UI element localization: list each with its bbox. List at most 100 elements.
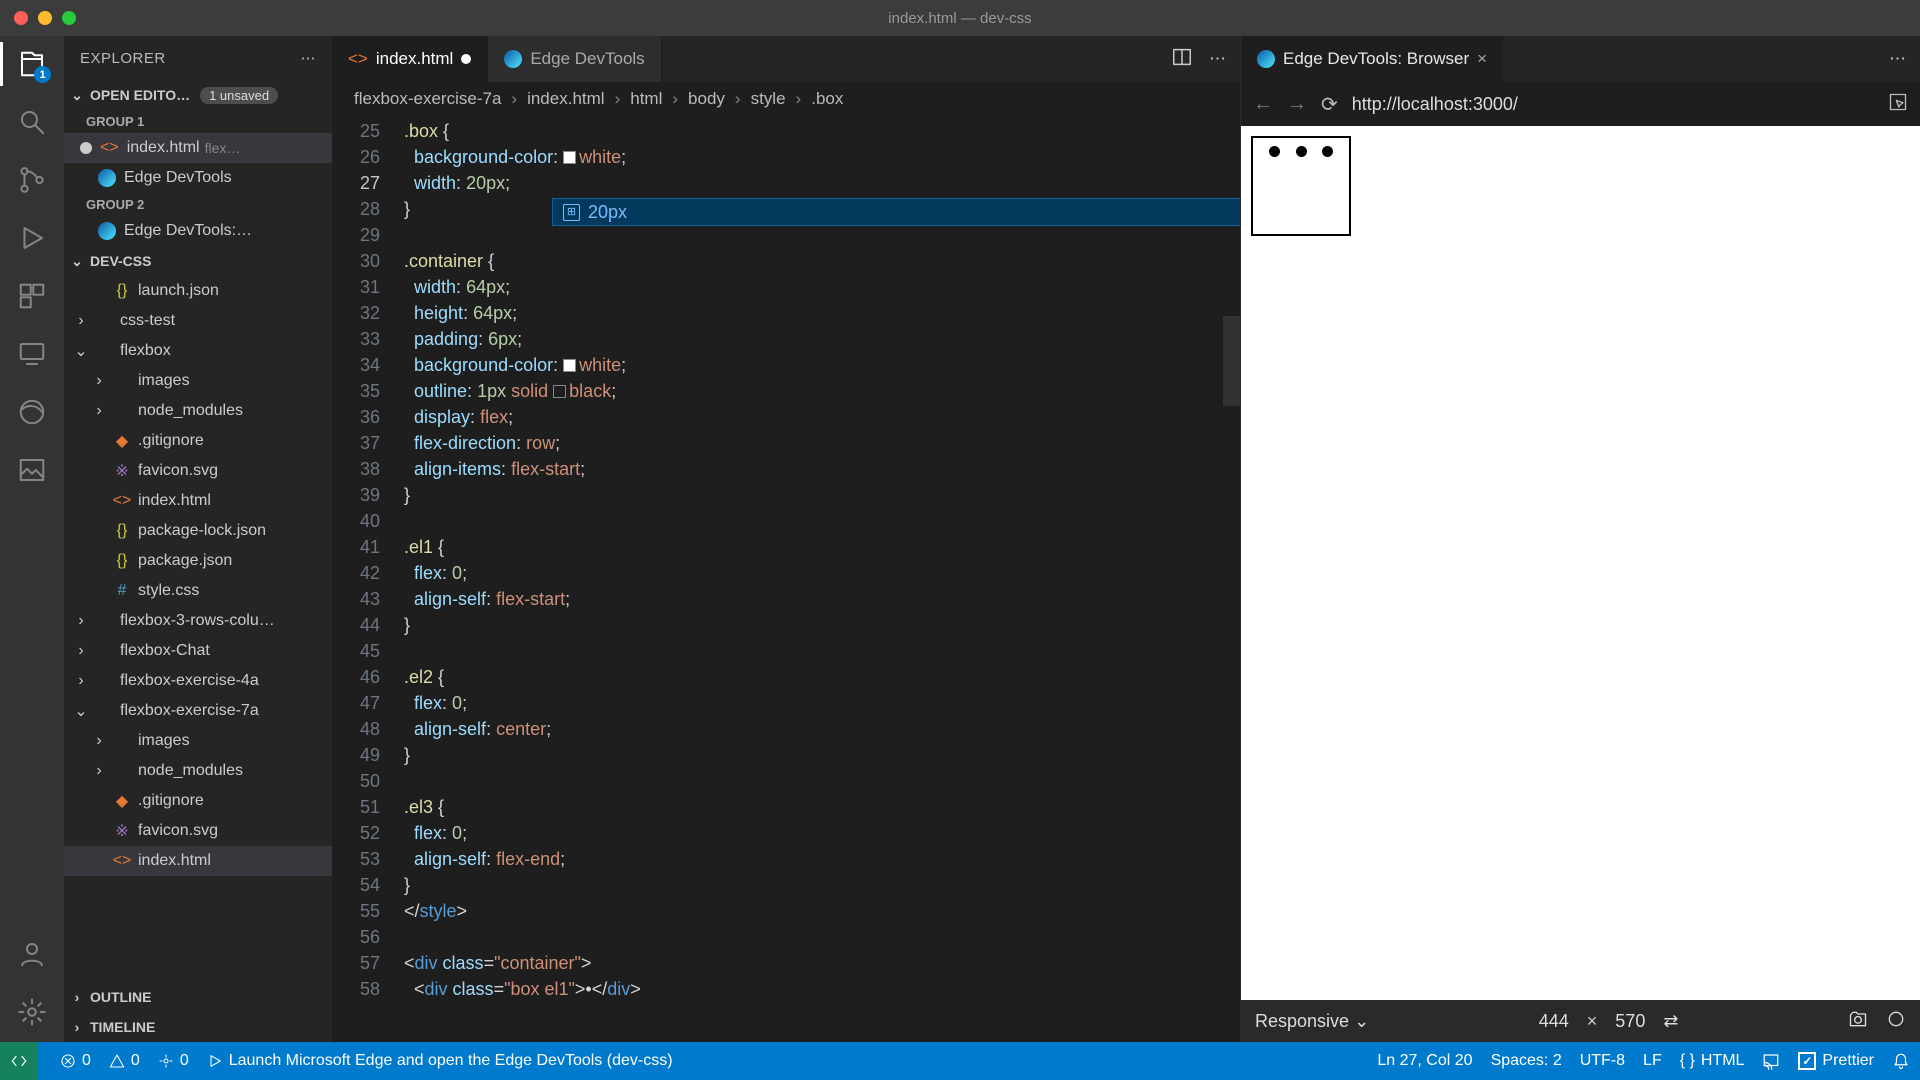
tree-item[interactable]: ›node_modules	[64, 756, 332, 786]
explorer-icon[interactable]: 1	[16, 48, 48, 80]
maximize-window-icon[interactable]	[62, 11, 76, 25]
emulation-settings-icon[interactable]	[1886, 1009, 1906, 1034]
image-icon[interactable]	[16, 454, 48, 486]
open-editors-section[interactable]: ⌄OPEN EDITO… 1 unsaved	[64, 80, 332, 110]
project-section[interactable]: ⌄DEV-CSS	[64, 246, 332, 276]
chevron-icon: ›	[92, 732, 106, 750]
forward-icon[interactable]: →	[1287, 93, 1307, 116]
tree-item[interactable]: <>index.html	[64, 846, 332, 876]
close-tab-icon[interactable]: ×	[1477, 49, 1487, 69]
tab-browser-preview[interactable]: Edge DevTools: Browser ×	[1241, 36, 1503, 82]
breadcrumb-item[interactable]: style	[751, 89, 786, 109]
debug-launch[interactable]: Launch Microsoft Edge and open the Edge …	[207, 1052, 673, 1070]
tree-item[interactable]: ›images	[64, 366, 332, 396]
run-debug-icon[interactable]	[16, 222, 48, 254]
eol[interactable]: LF	[1643, 1052, 1662, 1070]
viewport-width[interactable]: 444	[1539, 1011, 1569, 1032]
tab-more-icon[interactable]: ⋯	[1889, 49, 1906, 69]
css-icon: #	[113, 582, 131, 600]
tree-item[interactable]: ›css-test	[64, 306, 332, 336]
dot-3	[1322, 146, 1333, 157]
open-editor-browser[interactable]: Edge DevTools:…	[64, 216, 332, 246]
settings-gear-icon[interactable]	[16, 996, 48, 1028]
tree-item[interactable]: {}package.json	[64, 546, 332, 576]
language-mode[interactable]: { } HTML	[1680, 1052, 1745, 1070]
account-icon[interactable]	[16, 938, 48, 970]
tree-item[interactable]: {}package-lock.json	[64, 516, 332, 546]
tree-item[interactable]: ※favicon.svg	[64, 456, 332, 486]
remote-indicator[interactable]	[0, 1042, 38, 1080]
edge-tools-icon[interactable]	[16, 396, 48, 428]
tree-item[interactable]: ›node_modules	[64, 396, 332, 426]
chevron-right-icon: ›	[672, 89, 678, 109]
intellisense-popup[interactable]: ⊞ 20px	[552, 198, 1240, 226]
encoding[interactable]: UTF-8	[1580, 1052, 1625, 1070]
device-select[interactable]: Responsive ⌄	[1255, 1011, 1369, 1032]
tree-item[interactable]: ※favicon.svg	[64, 816, 332, 846]
breadcrumb-item[interactable]: index.html	[527, 89, 604, 109]
breadcrumb-item[interactable]: flexbox-exercise-7a	[354, 89, 501, 109]
editor-tabs: <> index.html Edge DevTools ⋯	[332, 36, 1240, 82]
tab-index-html[interactable]: <> index.html	[332, 36, 488, 82]
notifications-icon[interactable]	[1892, 1052, 1910, 1070]
breadcrumb-item[interactable]: html	[630, 89, 662, 109]
indent-setting[interactable]: Spaces: 2	[1491, 1052, 1562, 1070]
errors-count[interactable]: 0	[60, 1052, 91, 1070]
tree-item[interactable]: ›flexbox-exercise-4a	[64, 666, 332, 696]
tree-item[interactable]: ◆.gitignore	[64, 426, 332, 456]
viewport-height[interactable]: 570	[1615, 1011, 1645, 1032]
tree-item[interactable]: ◆.gitignore	[64, 786, 332, 816]
editor-group-1: GROUP 1	[64, 110, 332, 133]
inspect-icon[interactable]	[1888, 92, 1908, 117]
minimize-window-icon[interactable]	[38, 11, 52, 25]
browser-viewport[interactable]	[1241, 126, 1920, 1000]
open-editor-index[interactable]: <> index.html flex…	[64, 133, 332, 163]
url-input[interactable]	[1352, 94, 1874, 115]
code-content[interactable]: ⊞ 20px .box { background-color: white; w…	[404, 116, 1240, 1042]
reload-icon[interactable]: ⟳	[1321, 92, 1338, 117]
cursor-position[interactable]: Ln 27, Col 20	[1377, 1052, 1472, 1070]
tab-more-icon[interactable]: ⋯	[1209, 49, 1226, 69]
open-editor-devtools[interactable]: Edge DevTools	[64, 163, 332, 193]
extensions-icon[interactable]	[16, 280, 48, 312]
back-icon[interactable]: ←	[1253, 93, 1273, 116]
screencast-icon[interactable]	[1762, 1052, 1780, 1070]
tree-item[interactable]: <>index.html	[64, 486, 332, 516]
chevron-icon: ›	[74, 612, 88, 630]
chevron-icon: ›	[92, 402, 106, 420]
tree-item[interactable]: {}launch.json	[64, 276, 332, 306]
prettier-status[interactable]: ✓Prettier	[1798, 1052, 1874, 1070]
remote-icon[interactable]	[16, 338, 48, 370]
preview-panel: Edge DevTools: Browser × ⋯ ← → ⟳ Respons…	[1240, 36, 1920, 1042]
tab-edge-devtools[interactable]: Edge DevTools	[488, 36, 661, 82]
breadcrumb-item[interactable]: body	[688, 89, 725, 109]
code-editor[interactable]: 2526272829303132333435363738394041424344…	[332, 116, 1240, 1042]
chevron-icon: ›	[92, 372, 106, 390]
split-editor-icon[interactable]	[1171, 46, 1193, 73]
breadcrumb-item[interactable]: .box	[811, 89, 843, 109]
scrollbar-thumb[interactable]	[1223, 316, 1240, 406]
tree-item[interactable]: #style.css	[64, 576, 332, 606]
activity-bar: 1	[0, 36, 64, 1042]
tree-item[interactable]: ›images	[64, 726, 332, 756]
sidebar-more-icon[interactable]: ⋯	[301, 49, 317, 67]
browser-toolbar: ← → ⟳	[1241, 82, 1920, 126]
search-icon[interactable]	[16, 106, 48, 138]
tree-item[interactable]: ⌄flexbox	[64, 336, 332, 366]
breadcrumb[interactable]: flexbox-exercise-7a›index.html›html›body…	[332, 82, 1240, 116]
edge-browser-icon	[1257, 50, 1275, 68]
ports-count[interactable]: 0	[158, 1052, 189, 1070]
tree-item[interactable]: ⌄flexbox-exercise-7a	[64, 696, 332, 726]
git-icon: ◆	[113, 431, 131, 451]
chevron-icon: ›	[92, 762, 106, 780]
sidebar-header: EXPLORER ⋯	[64, 36, 332, 80]
timeline-section[interactable]: ›TIMELINE	[64, 1012, 332, 1042]
warnings-count[interactable]: 0	[109, 1052, 140, 1070]
outline-section[interactable]: ›OUTLINE	[64, 982, 332, 1012]
rotate-icon[interactable]: ⇄	[1663, 1011, 1678, 1032]
tree-item[interactable]: ›flexbox-Chat	[64, 636, 332, 666]
close-window-icon[interactable]	[14, 11, 28, 25]
screenshot-icon[interactable]	[1848, 1009, 1868, 1034]
source-control-icon[interactable]	[16, 164, 48, 196]
tree-item[interactable]: ›flexbox-3-rows-colu…	[64, 606, 332, 636]
